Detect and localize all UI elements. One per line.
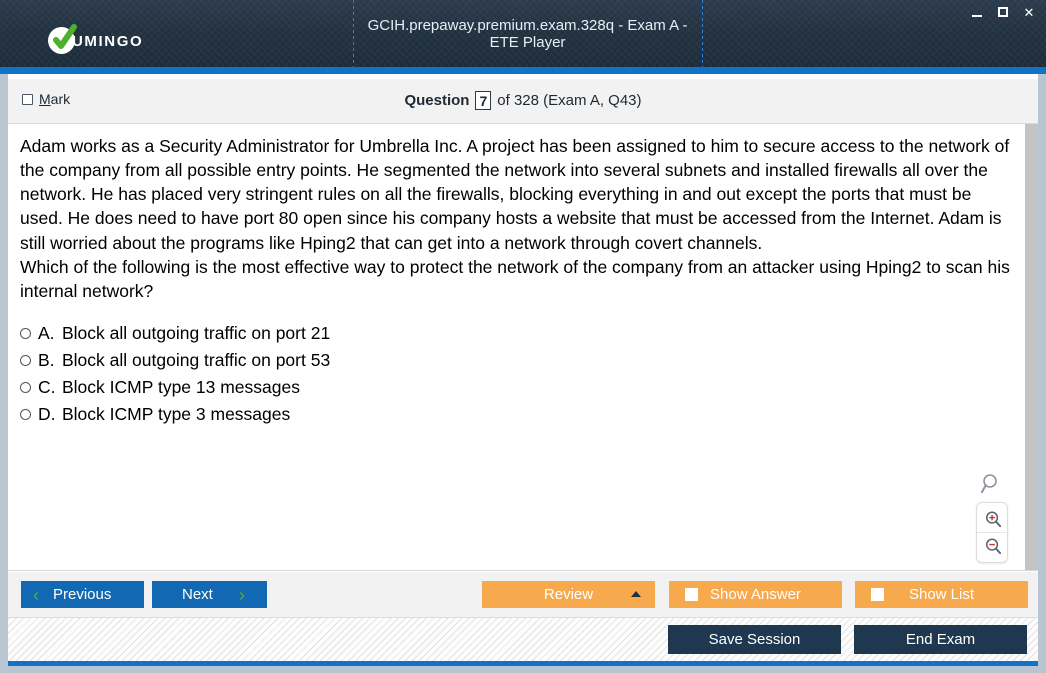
next-button-label: Next [182,586,213,603]
option-text-b: Block all outgoing traffic on port 53 [62,350,331,370]
radio-option-c[interactable] [20,382,31,393]
content-scrollbar[interactable] [1025,124,1038,570]
chevron-right-icon: › [238,584,245,605]
vumingo-check-icon [48,24,78,56]
question-total-text: of 328 (Exam A, Q43) [497,92,642,109]
window-frame-bottom-edge [0,665,1046,673]
title-bar[interactable]: UMINGO GCIH.prepaway.premium.exam.328q -… [0,0,1046,70]
chevron-left-icon: ‹ [33,584,39,605]
option-text-c: Block ICMP type 13 messages [62,377,300,397]
minimize-button[interactable] [970,4,984,20]
answer-options-list: A. Block all outgoing traffic on port 21… [20,320,920,428]
maximize-button[interactable] [996,4,1010,20]
vumingo-logo: UMINGO [48,24,144,57]
next-button[interactable]: Next › [152,581,267,608]
navigation-toolbar: ‹ Previous Next › Review Show Answer Sho… [8,572,1038,617]
question-word: Question [404,92,470,109]
answer-option-c[interactable]: C. Block ICMP type 13 messages [20,374,920,401]
answer-option-d[interactable]: D. Block ICMP type 3 messages [20,401,920,428]
window-controls: ✕ [970,4,1036,20]
previous-button[interactable]: ‹ Previous [21,581,144,608]
vumingo-logo-text: UMINGO [72,32,144,50]
show-list-label: Show List [908,586,975,603]
radio-option-a[interactable] [20,328,31,339]
option-text-d: Block ICMP type 3 messages [62,404,291,424]
option-letter-a: A. [38,323,55,343]
save-session-button[interactable]: Save Session [668,625,841,654]
previous-button-label: Previous [53,586,112,603]
answer-option-b[interactable]: B. Block all outgoing traffic on port 53 [20,347,920,374]
magnifier-icon[interactable] [980,472,1004,496]
answer-option-a[interactable]: A. Block all outgoing traffic on port 21 [20,320,920,347]
show-answer-label: Show Answer [710,586,801,603]
zoom-button-group [976,502,1009,563]
titlebar-divider-right [702,0,703,67]
radio-option-b[interactable] [20,355,31,366]
option-letter-c: C. [38,377,56,397]
ete-player-window: UMINGO GCIH.prepaway.premium.exam.328q -… [0,0,1046,673]
question-stem-text: Adam works as a Security Administrator f… [20,136,1010,301]
option-letter-b: B. [38,350,55,370]
footer-accent-bar [8,661,1038,666]
show-answer-checkbox[interactable] [685,588,698,601]
header-accent-bar [0,67,1046,74]
window-title: GCIH.prepaway.premium.exam.328q - Exam A… [367,16,688,51]
question-counter: Question 7 of 328 (Exam A, Q43) [8,91,1038,110]
question-content-pane: Adam works as a Security Administrator f… [8,124,1038,571]
review-button[interactable]: Review [482,581,655,608]
show-list-checkbox[interactable] [871,588,884,601]
window-frame-right-edge [1038,0,1046,673]
zoom-in-icon[interactable] [977,506,1009,533]
zoom-out-icon[interactable] [977,533,1009,559]
option-text-a: Block all outgoing traffic on port 21 [62,323,331,343]
option-letter-d: D. [38,404,56,424]
window-frame-left-edge [0,0,8,673]
show-answer-button[interactable]: Show Answer [669,581,842,608]
question-info-bar: Mark Question 7 of 328 (Exam A, Q43) [8,79,1038,124]
zoom-tools [976,472,1009,563]
close-button[interactable]: ✕ [1022,4,1036,20]
question-number-input[interactable]: 7 [475,91,492,110]
show-list-button[interactable]: Show List [855,581,1028,608]
radio-option-d[interactable] [20,409,31,420]
caret-up-icon [631,591,641,597]
end-exam-button[interactable]: End Exam [854,625,1027,654]
session-footer: Save Session End Exam [8,617,1038,665]
review-button-label: Review [543,586,594,603]
